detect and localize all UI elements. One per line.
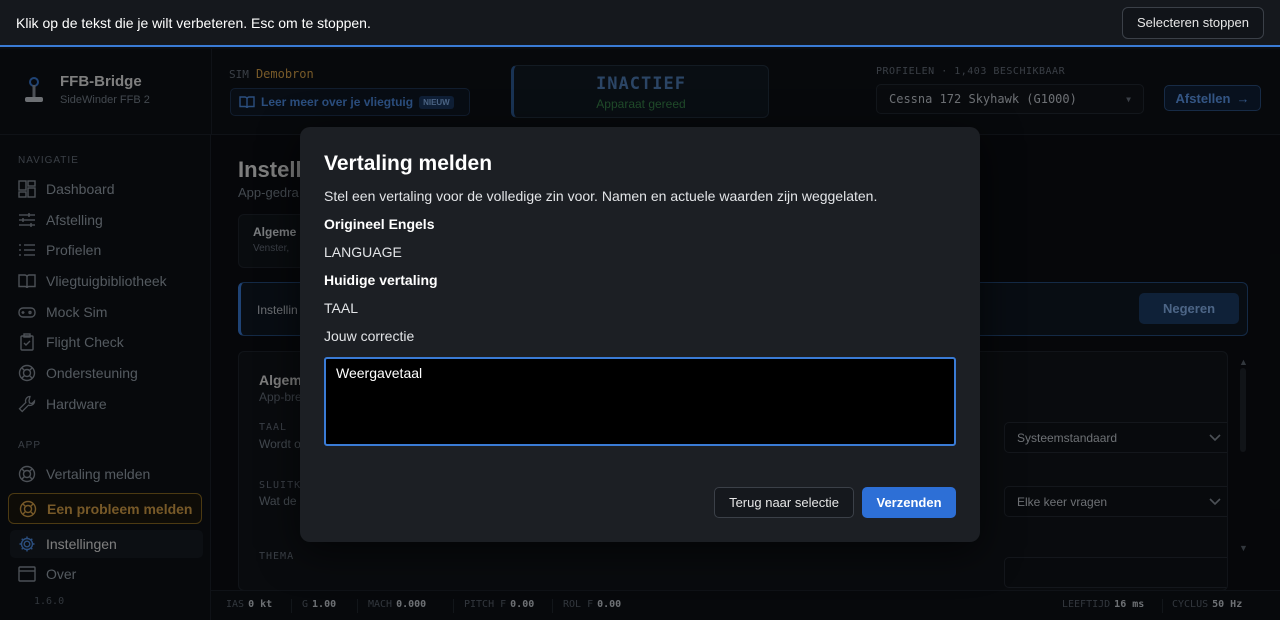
stop-selecting-button[interactable]: Selecteren stoppen (1121, 6, 1264, 39)
your-correction-label: Jouw correctie (324, 328, 415, 344)
back-to-selection-button[interactable]: Terug naar selectie (714, 487, 854, 518)
send-button[interactable]: Verzenden (862, 487, 956, 518)
report-translation-dialog: Vertaling melden Stel een vertaling voor… (300, 127, 980, 542)
original-english-value: LANGUAGE (324, 244, 402, 260)
selection-instruction: Klik op de tekst die je wilt verbeteren.… (16, 14, 371, 31)
correction-input[interactable]: Weergavetaal (324, 357, 956, 446)
dialog-title: Vertaling melden (324, 152, 493, 175)
dialog-description: Stel een vertaling voor de volledige zin… (324, 188, 878, 204)
current-translation-label: Huidige vertaling (324, 272, 438, 288)
original-english-label: Origineel Engels (324, 216, 435, 232)
current-translation-value: TAAL (324, 300, 358, 316)
translate-selection-bar: Klik op de tekst die je wilt verbeteren.… (0, 0, 1280, 47)
